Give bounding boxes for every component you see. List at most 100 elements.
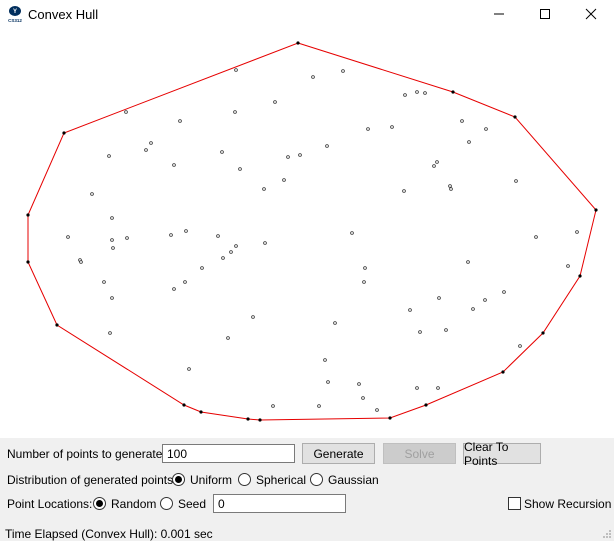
interior-point — [403, 93, 407, 97]
hull-vertex-point — [541, 331, 545, 335]
hull-vertex-point — [246, 417, 250, 421]
seed-label[interactable]: Seed — [178, 497, 206, 511]
interior-point — [357, 382, 361, 386]
interior-point — [107, 154, 111, 158]
interior-point — [178, 119, 182, 123]
interior-point — [575, 230, 579, 234]
title-bar: Y CS312 Convex Hull — [0, 0, 614, 28]
interior-point — [169, 233, 173, 237]
clear-to-points-button[interactable]: Clear To Points — [463, 440, 541, 468]
interior-point — [79, 260, 83, 264]
interior-point — [460, 119, 464, 123]
interior-point — [229, 250, 233, 254]
hull-vertex-point — [258, 418, 262, 422]
interior-point — [466, 260, 470, 264]
hull-drawing — [26, 41, 598, 422]
interior-point — [251, 315, 255, 319]
solve-button[interactable]: Solve — [383, 443, 456, 464]
hull-vertex-point — [501, 370, 505, 374]
interior-point — [363, 266, 367, 270]
hull-vertex-point — [26, 260, 30, 264]
minimize-button[interactable] — [476, 0, 522, 28]
maximize-button[interactable] — [522, 0, 568, 28]
interior-point — [233, 110, 237, 114]
hull-canvas[interactable] — [0, 28, 614, 438]
interior-point — [144, 148, 148, 152]
convex-hull-outline — [27, 42, 597, 421]
interior-point — [311, 75, 315, 79]
interior-point — [220, 150, 224, 154]
interior-point — [534, 235, 538, 239]
interior-point — [262, 187, 266, 191]
hull-vertex-point — [182, 403, 186, 407]
spherical-radio[interactable] — [238, 473, 251, 486]
interior-point — [110, 238, 114, 242]
interior-point — [125, 236, 129, 240]
interior-point — [518, 344, 522, 348]
interior-point — [390, 125, 394, 129]
hull-vertex-point — [578, 274, 582, 278]
interior-point — [184, 229, 188, 233]
random-radio[interactable] — [93, 497, 106, 510]
resize-grip-icon[interactable] — [602, 529, 612, 539]
interior-point — [111, 246, 115, 250]
seed-radio[interactable] — [160, 497, 173, 510]
interior-point — [432, 164, 436, 168]
interior-point — [66, 235, 70, 239]
interior-point — [415, 90, 419, 94]
interior-point — [418, 330, 422, 334]
hull-vertex-point — [199, 410, 203, 414]
interior-point — [366, 127, 370, 131]
interior-point — [110, 216, 114, 220]
hull-vertex-point — [513, 115, 517, 119]
hull-vertex-point — [62, 131, 66, 135]
hull-vertex-point — [594, 208, 598, 212]
svg-text:Y: Y — [13, 9, 17, 15]
maximize-icon — [540, 9, 550, 19]
interior-point — [200, 266, 204, 270]
interior-point — [444, 328, 448, 332]
interior-point — [449, 187, 453, 191]
gaussian-radio[interactable] — [310, 473, 323, 486]
hull-vertex-point — [296, 41, 300, 45]
hull-vertex-point — [424, 403, 428, 407]
point-locations-label: Point Locations: — [7, 497, 93, 511]
num-points-input[interactable] — [162, 444, 295, 463]
interior-point — [341, 69, 345, 73]
random-label[interactable]: Random — [111, 497, 156, 511]
interior-point — [102, 280, 106, 284]
generate-button[interactable]: Generate — [302, 443, 375, 464]
interior-point — [234, 244, 238, 248]
show-recursion-label[interactable]: Show Recursion — [524, 497, 611, 511]
interior-point — [408, 308, 412, 312]
minimize-icon — [494, 13, 504, 15]
show-recursion-checkbox[interactable] — [508, 497, 521, 510]
interior-point — [216, 234, 220, 238]
interior-point — [502, 290, 506, 294]
seed-input[interactable] — [213, 494, 346, 513]
interior-point — [448, 184, 452, 188]
interior-point — [514, 179, 518, 183]
interior-point — [437, 296, 441, 300]
uniform-radio[interactable] — [172, 473, 185, 486]
close-button[interactable] — [568, 0, 614, 28]
hull-vertex-point — [26, 213, 30, 217]
close-icon — [585, 8, 597, 20]
interior-point — [317, 404, 321, 408]
status-text: Time Elapsed (Convex Hull): 0.001 sec — [5, 527, 213, 541]
interior-point — [90, 192, 94, 196]
interior-point — [326, 380, 330, 384]
interior-point — [323, 358, 327, 362]
interior-point — [273, 100, 277, 104]
spherical-label[interactable]: Spherical — [256, 473, 306, 487]
uniform-label[interactable]: Uniform — [190, 473, 232, 487]
interior-point — [110, 296, 114, 300]
interior-point — [362, 280, 366, 284]
interior-point — [483, 298, 487, 302]
hull-vertex-point — [451, 90, 455, 94]
interior-point — [566, 264, 570, 268]
interior-point — [108, 331, 112, 335]
interior-point — [484, 127, 488, 131]
gaussian-label[interactable]: Gaussian — [328, 473, 379, 487]
window-title: Convex Hull — [28, 7, 99, 22]
